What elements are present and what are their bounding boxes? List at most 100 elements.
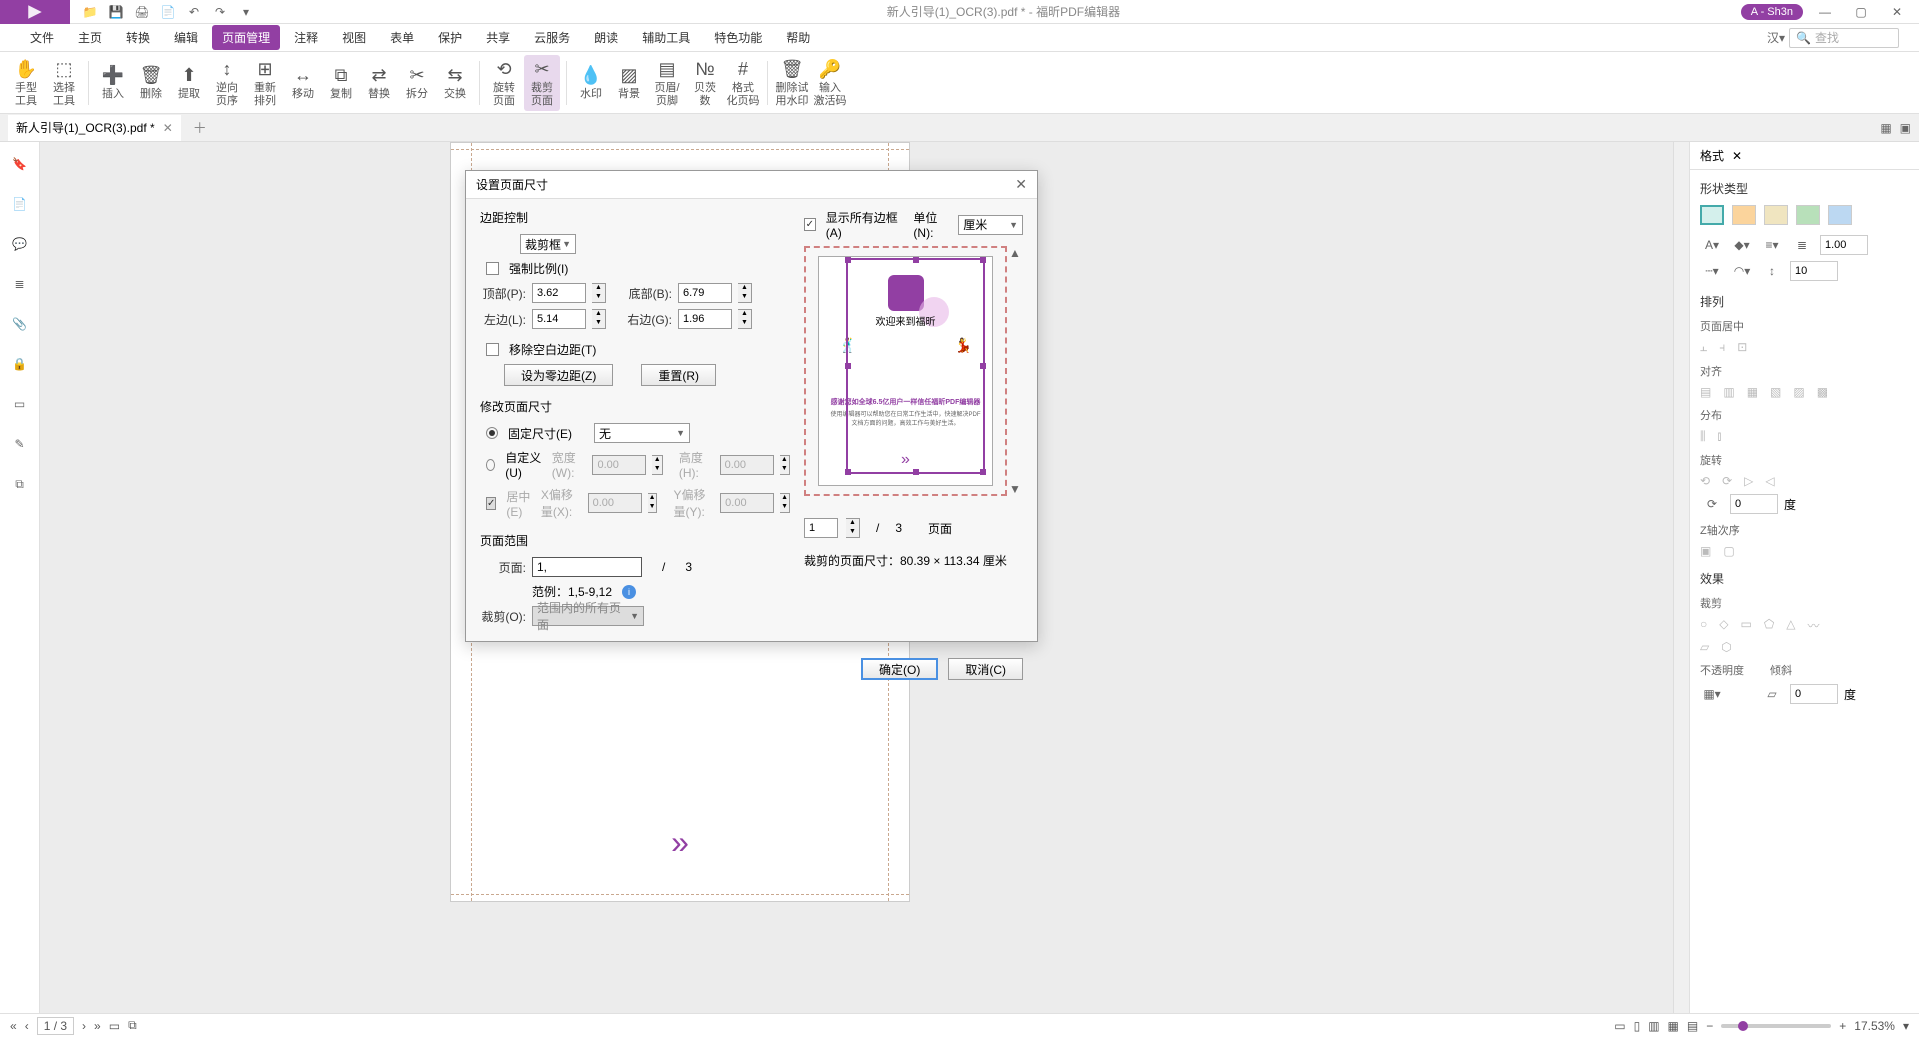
bottom-spinner[interactable]: ▲▼ [738,283,752,303]
signature-icon[interactable]: ✎ [10,434,30,454]
ribbon-手型-工具[interactable]: ✋手型工具 [8,55,44,111]
menu-form[interactable]: 表单 [380,25,424,50]
font-color-icon[interactable]: A▾ [1700,235,1724,255]
menu-accessibility[interactable]: 辅助工具 [632,25,700,50]
zero-margin-button[interactable]: 设为零边距(Z) [504,364,613,386]
print-icon[interactable]: 🖨 [134,4,150,20]
right-input[interactable] [678,309,732,329]
menu-convert[interactable]: 转换 [116,25,160,50]
menu-edit[interactable]: 编辑 [164,25,208,50]
maximize-icon[interactable]: ▢ [1847,2,1875,22]
menu-cloud[interactable]: 云服务 [524,25,580,50]
save-icon[interactable]: 💾 [108,4,124,20]
ribbon-删除试-用水印[interactable]: 🗑删除试用水印 [774,55,810,111]
top-input[interactable] [532,283,586,303]
close-tab-icon[interactable]: ✕ [163,121,173,135]
left-input[interactable] [532,309,586,329]
add-tab-icon[interactable]: ＋ [193,118,207,138]
left-spinner[interactable]: ▲▼ [592,309,606,329]
line-weight-icon[interactable]: ≣ [1790,235,1814,255]
top-spinner[interactable]: ▲▼ [592,283,606,303]
first-page-icon[interactable]: « [10,1019,17,1033]
swatch-3[interactable] [1796,205,1820,225]
more-sidebar-icon[interactable]: ⧉ [10,474,30,494]
fixed-radio[interactable] [486,427,498,439]
show-all-checkbox[interactable] [804,218,816,231]
menu-page-manage[interactable]: 页面管理 [212,25,280,50]
preview-box[interactable]: 欢迎来到福昕 🕺 💃 感谢您如全球6.5亿用户一样信任福昕PDF编辑器 使用编辑… [804,246,1007,496]
prev-page-icon[interactable]: ‹ [25,1019,29,1033]
menu-view[interactable]: 视图 [332,25,376,50]
ribbon-选择-工具[interactable]: ⬚选择工具 [46,55,82,111]
view-panel-icon[interactable]: ▣ [1900,121,1911,135]
ribbon-拆分[interactable]: ✂拆分 [399,55,435,111]
ribbon-裁剪-页面[interactable]: ✂裁剪页面 [524,55,560,111]
doc-icon[interactable]: 📄 [160,4,176,20]
view-mode-2[interactable]: ▯ [1634,1019,1641,1033]
view-mode-1[interactable]: ▭ [1614,1019,1625,1033]
dialog-titlebar[interactable]: 设置页面尺寸 ✕ [466,171,1037,199]
line-width-input[interactable] [1820,235,1868,255]
angle-input[interactable] [1730,494,1778,514]
more-icon[interactable]: ▾ [238,4,254,20]
menu-comment[interactable]: 注释 [284,25,328,50]
bookmark-icon[interactable]: 🔖 [10,154,30,174]
menu-share[interactable]: 共享 [476,25,520,50]
close-window-icon[interactable]: ✕ [1883,2,1911,22]
doc-tab[interactable]: 新人引导(1)_OCR(3).pdf * ✕ [8,115,181,141]
ribbon-页眉/-页脚[interactable]: ▤页眉/页脚 [649,55,685,111]
ratio-checkbox[interactable] [486,262,499,275]
ribbon-水印[interactable]: 💧水印 [573,55,609,111]
info-icon[interactable]: i [622,585,636,599]
panel-tab-label[interactable]: 格式 [1700,147,1724,164]
redo-icon[interactable]: ↷ [212,4,228,20]
dash-icon[interactable]: ┄▾ [1700,261,1724,281]
ribbon-重新-排列[interactable]: ⊞重新排列 [247,55,283,111]
ribbon-删除[interactable]: 🗑删除 [133,55,169,111]
reset-button[interactable]: 重置(R) [641,364,716,386]
right-spinner[interactable]: ▲▼ [738,309,752,329]
fields-icon[interactable]: ▭ [10,394,30,414]
zoom-in-icon[interactable]: + [1839,1019,1846,1033]
ribbon-提取[interactable]: ⬆提取 [171,55,207,111]
minimize-icon[interactable]: — [1811,2,1839,22]
preview-scroll-up[interactable]: ▲ [1009,246,1023,260]
menu-help[interactable]: 帮助 [776,25,820,50]
swatch-2[interactable] [1764,205,1788,225]
view-grid-icon[interactable]: ▦ [1880,121,1891,135]
page-range-input[interactable] [532,557,642,577]
skew-input[interactable] [1790,684,1838,704]
ribbon-格式-化页码[interactable]: #格式化页码 [725,55,761,111]
swatch-0[interactable] [1700,205,1724,225]
custom-radio[interactable] [486,459,495,471]
remove-white-checkbox[interactable] [486,343,499,356]
menu-file[interactable]: 文件 [20,25,64,50]
unit-select[interactable]: 厘米▼ [958,215,1023,235]
page-view-icon-2[interactable]: ⧉ [128,1018,137,1033]
ok-button[interactable]: 确定(O) [861,658,938,680]
close-dialog-icon[interactable]: ✕ [1015,176,1027,193]
pages-icon[interactable]: 📄 [10,194,30,214]
view-mode-5[interactable]: ▤ [1687,1019,1698,1033]
comments-icon[interactable]: 💬 [10,234,30,254]
bottom-input[interactable] [678,283,732,303]
arc-input[interactable] [1790,261,1838,281]
ribbon-移动[interactable]: ↔移动 [285,55,321,111]
zoom-dropdown-icon[interactable]: ▾ [1903,1019,1909,1033]
line-style-icon[interactable]: ≡▾ [1760,235,1784,255]
menu-read[interactable]: 朗读 [584,25,628,50]
open-icon[interactable]: 📁 [82,4,98,20]
last-page-icon[interactable]: » [94,1019,101,1033]
view-mode-3[interactable]: ▥ [1648,1019,1659,1033]
menu-features[interactable]: 特色功能 [704,25,772,50]
page-view-icon-1[interactable]: ▭ [109,1019,120,1033]
ribbon-替换[interactable]: ⇄替换 [361,55,397,111]
opacity-icon[interactable]: ▦▾ [1700,684,1724,704]
security-icon[interactable]: 🔒 [10,354,30,374]
lang-icon[interactable]: 汉▾ [1767,29,1785,46]
zoom-slider[interactable] [1721,1024,1831,1028]
attachments-icon[interactable]: 📎 [10,314,30,334]
layers-icon[interactable]: ≣ [10,274,30,294]
skew-icon[interactable]: ▱ [1760,684,1784,704]
next-page-icon[interactable]: › [82,1019,86,1033]
